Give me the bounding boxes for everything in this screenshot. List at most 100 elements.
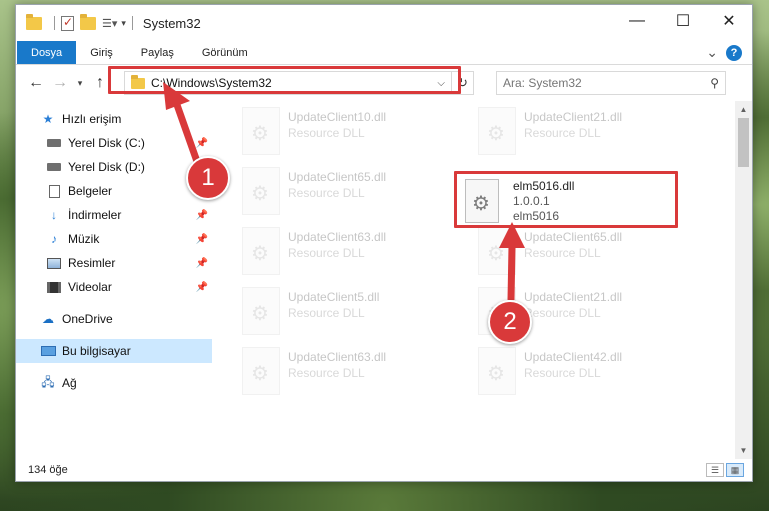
sidebar-item-quick-access[interactable]: ★ Hızlı erişim [16,107,212,131]
file-item[interactable]: UpdateClient21.dll Resource DLL [478,107,698,159]
sidebar-item-music[interactable]: ♪ Müzik 📌 [16,227,212,251]
dll-file-icon [242,287,280,335]
sidebar-item-label: Bu bilgisayar [62,344,131,358]
maximize-button[interactable]: ☐ [660,5,706,37]
sidebar-item-videos[interactable]: Videolar 📌 [16,275,212,299]
dll-file-icon [465,179,499,223]
file-item[interactable]: UpdateClient63.dll Resource DLL [242,227,462,279]
separator [54,16,55,30]
sidebar-item-label: Yerel Disk (C:) [68,136,145,150]
search-icon[interactable]: ⚲ [710,76,719,90]
sidebar-item-label: Müzik [68,232,100,246]
dll-file-icon [242,227,280,275]
expand-ribbon-icon[interactable]: ⌄ [706,44,718,61]
step-1-badge: 1 [186,156,230,200]
dll-file-icon [242,107,280,155]
details-view-icon[interactable]: ☰ [706,463,724,477]
pin-icon[interactable]: 📌 [196,258,208,269]
address-row: ← → ▾ ↑ C:\Windows\System32 ⌵ ↻ ⚲ [16,65,752,101]
title-bar: ☰▾ ▾ System32 — ☐ ✕ [16,5,752,41]
tab-share[interactable]: Paylaş [127,41,188,64]
address-path: C:\Windows\System32 [151,76,272,90]
sidebar-item-pictures[interactable]: Resimler 📌 [16,251,212,275]
refresh-icon[interactable]: ↻ [451,72,473,94]
minimize-button[interactable]: — [614,5,660,37]
chevron-down-icon[interactable]: ⌵ [437,78,445,89]
tiles-view-icon[interactable]: ▦ [726,463,744,477]
up-arrow-icon[interactable]: ↑ [88,74,112,92]
sidebar-item-label: Belgeler [68,184,113,198]
file-item[interactable]: UpdateClient65.dll Resource DLL [478,227,698,279]
pin-icon[interactable]: 📌 [196,138,208,149]
download-icon: ↓ [51,208,57,222]
new-folder-icon[interactable] [80,13,96,30]
sidebar-item-downloads[interactable]: ↓ İndirmeler 📌 [16,203,212,227]
document-icon [46,184,62,198]
sidebar-item-this-pc[interactable]: Bu bilgisayar [16,339,212,363]
scrollbar-thumb[interactable] [738,118,749,167]
content-area: ★ Hızlı erişim Yerel Disk (C:) 📌 Yerel D… [16,101,752,459]
file-item[interactable]: UpdateClient42.dll Resource DLL [478,347,698,399]
properties-icon[interactable] [61,15,74,31]
forward-arrow-icon[interactable]: → [48,74,72,92]
folder-icon [26,13,42,30]
pin-icon[interactable]: 📌 [196,210,208,221]
file-item[interactable]: UpdateClient10.dll Resource DLL [242,107,462,159]
sidebar-item-local-disk-d[interactable]: Yerel Disk (D:) [16,155,212,179]
scroll-up-icon[interactable]: ▲ [735,101,752,118]
file-type: Resource DLL [524,306,601,320]
back-arrow-icon[interactable]: ← [24,74,48,92]
tab-file[interactable]: Dosya [17,41,77,64]
file-item[interactable]: UpdateClient63.dll Resource DLL [242,347,462,399]
help-icon[interactable]: ? [726,44,742,61]
file-type: Resource DLL [288,306,365,320]
file-name: UpdateClient10.dll [288,110,387,124]
computer-icon [40,346,56,356]
sidebar-item-local-disk-c[interactable]: Yerel Disk (C:) 📌 [16,131,212,155]
close-button[interactable]: ✕ [706,5,752,37]
file-name: UpdateClient63.dll [288,350,387,364]
pin-icon[interactable]: 📌 [196,282,208,293]
sidebar-item-network[interactable]: 🖧 Ağ [16,371,212,395]
window-title: System32 [142,15,201,31]
search-box[interactable]: ⚲ [496,71,726,95]
dll-file-icon [478,227,516,275]
scroll-down-icon[interactable]: ▼ [735,442,752,459]
pin-icon[interactable]: 📌 [196,234,208,245]
file-item[interactable]: UpdateClient5.dll Resource DLL [242,287,462,339]
file-description: elm5016 [513,209,560,223]
tab-home[interactable]: Giriş [76,41,127,64]
sidebar-item-label: Resimler [68,256,116,270]
file-name: UpdateClient5.dll [288,290,380,304]
onedrive-icon: ☁ [42,312,54,326]
status-bar: 134 öğe ☰ ▦ [16,459,752,481]
dll-file-icon [478,107,516,155]
ribbon-right: ⌄ ? [706,41,752,64]
dll-file-icon [242,347,280,395]
view-buttons: ☰ ▦ [706,463,744,477]
ribbon-tabs: Dosya Giriş Paylaş Görünüm ⌄ ? [16,41,752,65]
sidebar-item-label: Videolar [68,280,112,294]
sidebar-item-documents[interactable]: Belgeler 📌 [16,179,212,203]
file-list: UpdateClient10.dll Resource DLL UpdateCl… [212,101,752,459]
file-name: elm5016.dll [513,179,575,193]
file-name: UpdateClient65.dll [288,170,387,184]
file-name: UpdateClient42.dll [524,350,623,364]
star-icon: ★ [42,112,54,126]
search-input[interactable] [503,76,693,90]
file-item[interactable]: UpdateClient65.dll Resource DLL [242,167,462,219]
music-icon: ♪ [51,232,57,246]
recent-locations-icon[interactable]: ▾ [72,78,88,89]
video-icon [46,281,62,293]
tab-view[interactable]: Görünüm [188,41,262,64]
customize-toolbar-icon[interactable]: ☰▾ [102,17,117,30]
quick-access-dropdown-icon[interactable]: ▾ [121,18,126,29]
address-bar[interactable]: C:\Windows\System32 ⌵ ↻ [124,71,474,95]
file-version: 1.0.0.1 [513,194,550,208]
file-name: UpdateClient21.dll [524,110,623,124]
highlighted-file-item[interactable]: elm5016.dll 1.0.0.1 elm5016 [454,171,678,228]
file-type: Resource DLL [288,366,365,380]
file-name: UpdateClient21.dll [524,290,623,304]
vertical-scrollbar[interactable]: ▲ ▼ [735,101,752,459]
sidebar-item-onedrive[interactable]: ☁ OneDrive [16,307,212,331]
